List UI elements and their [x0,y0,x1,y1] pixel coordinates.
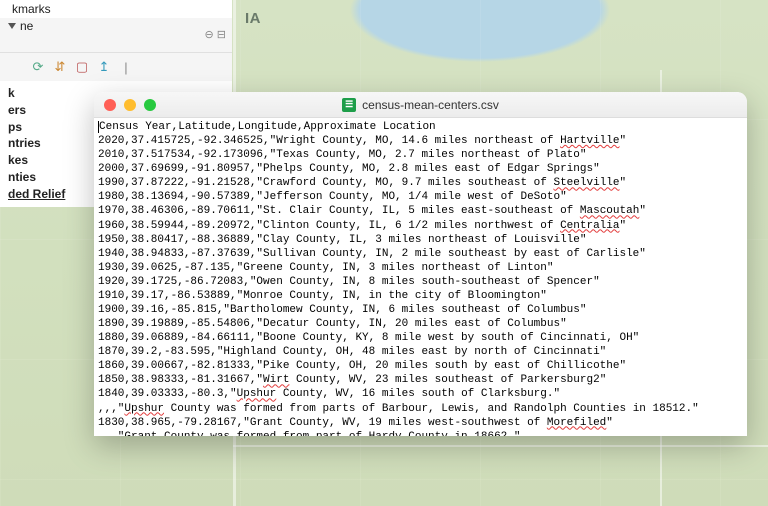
text-editor-window: ☰ census-mean-centers.csv Census Year,La… [94,92,747,436]
refresh-icon[interactable]: ⟳ [30,59,46,75]
sidebar-row[interactable]: ne [0,18,232,34]
window-titlebar[interactable]: ☰ census-mean-centers.csv [94,92,747,118]
close-icon[interactable] [104,99,116,111]
window-title: census-mean-centers.csv [362,98,499,112]
sort-icon[interactable]: ⇵ [52,59,68,75]
text-editor-content[interactable]: Census Year,Latitude,Longitude,Approxima… [94,118,747,436]
zoom-icon[interactable] [144,99,156,111]
sidebar-item-suffix: ne [20,19,33,33]
filter-icon[interactable]: ▢ [74,59,90,75]
chevron-down-icon [8,23,16,29]
map-state-border [233,445,768,447]
map-state-label: IA [245,10,261,27]
minimize-icon[interactable] [124,99,136,111]
window-traffic-lights [104,99,156,111]
bookmarks-label: kmarks [0,0,232,18]
export-icon[interactable]: ↥ [96,59,112,75]
sidebar-toolbar: ⟳ ⇵ ▢ ↥ | [0,52,232,81]
panel-controls-icon[interactable]: ⊖ ⊟ [205,28,227,41]
csv-file-icon: ☰ [342,98,356,112]
panel-divider-icon: | [118,59,134,75]
